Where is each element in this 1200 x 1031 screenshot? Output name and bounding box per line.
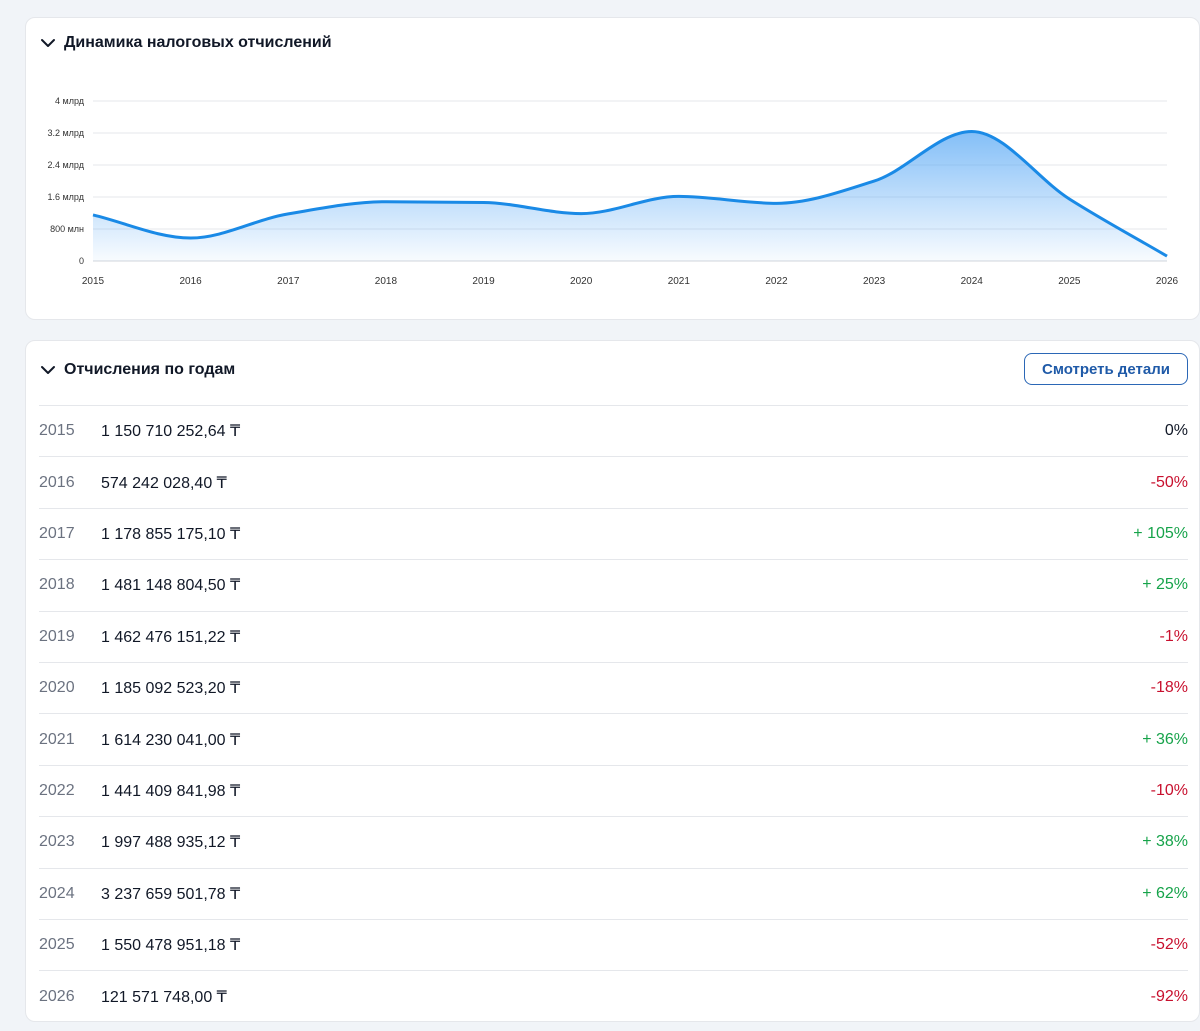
row-change: 0% — [1164, 422, 1188, 440]
table-card-header[interactable]: Отчисления по годам — [40, 344, 235, 396]
row-change: + 105% — [1133, 524, 1188, 542]
row-change: + 36% — [1142, 730, 1188, 748]
row-year: 2021 — [39, 730, 75, 748]
row-year: 2023 — [39, 833, 75, 851]
row-year: 2024 — [39, 884, 75, 902]
data-point[interactable] — [380, 196, 392, 208]
yearly-payments-list: 2015 1 150 710 252,64 ₸ 0% 2016 574 242 028… — [39, 405, 1188, 1023]
row-change: + 25% — [1142, 576, 1188, 594]
row-change: -10% — [1150, 781, 1188, 799]
table-row: 2018 1 481 148 804,50 ₸ + 25% — [39, 560, 1188, 612]
row-amount: 1 178 855 175,10 ₸ — [101, 525, 241, 543]
row-year: 2015 — [39, 422, 75, 440]
x-tick-label: 2015 — [82, 276, 105, 287]
row-year: 2025 — [39, 936, 75, 954]
row-year: 2022 — [39, 781, 75, 799]
row-amount: 1 462 476 151,22 ₸ — [101, 628, 241, 646]
table-title: Отчисления по годам — [64, 361, 236, 378]
table-row: 2026 121 571 748,00 ₸ -92% — [39, 971, 1188, 1022]
y-axis-labels: 0 800 млн 1.6 млрд 2.4 млрд 3.2 млрд 4 млрд — [47, 96, 84, 266]
row-amount: 1 997 488 935,12 ₸ — [101, 834, 241, 852]
table-row: 2017 1 178 855 175,10 ₸ + 105% — [39, 509, 1188, 561]
row-change: -92% — [1150, 987, 1188, 1005]
data-point[interactable] — [868, 175, 880, 187]
yearly-payments-card: Отчисления по годам Смотреть детали 2015… — [25, 340, 1200, 1022]
x-tick-label: 2017 — [277, 276, 300, 287]
table-row: 2016 574 242 028,40 ₸ -50% — [39, 457, 1188, 509]
row-change: -18% — [1150, 679, 1188, 697]
x-tick-label: 2021 — [668, 276, 691, 287]
data-point[interactable] — [185, 232, 197, 244]
data-point[interactable] — [1063, 193, 1075, 205]
row-amount: 1 150 710 252,64 ₸ — [101, 423, 241, 441]
data-point[interactable] — [575, 208, 587, 220]
x-tick-label: 2020 — [570, 276, 593, 287]
chevron-down-icon[interactable] — [40, 362, 56, 378]
y-tick-label: 3.2 млрд — [47, 128, 84, 138]
row-year: 2016 — [39, 473, 75, 491]
row-amount: 1 441 409 841,98 ₸ — [101, 782, 241, 800]
table-row: 2024 3 237 659 501,78 ₸ + 62% — [39, 869, 1188, 920]
data-point[interactable] — [966, 125, 978, 137]
x-tick-label: 2024 — [961, 276, 984, 287]
table-row: 2020 1 185 092 523,20 ₸ -18% — [39, 663, 1188, 715]
row-year: 2020 — [39, 679, 75, 697]
series-area — [93, 131, 1167, 261]
x-tick-label: 2019 — [472, 276, 495, 287]
row-amount: 1 550 478 951,18 ₸ — [101, 937, 241, 955]
table-row: 2022 1 441 409 841,98 ₸ -10% — [39, 766, 1188, 818]
row-change: -1% — [1159, 627, 1188, 645]
row-change: -52% — [1150, 936, 1188, 954]
tax-chart: 0 800 млн 1.6 млрд 2.4 млрд 3.2 млрд 4 млрд 2… — [47, 96, 1179, 287]
y-tick-label: 4 млрд — [55, 96, 85, 106]
x-tick-label: 2025 — [1058, 276, 1081, 287]
table-row: 2019 1 462 476 151,22 ₸ -1% — [39, 612, 1188, 663]
row-year: 2017 — [39, 524, 75, 542]
data-point[interactable] — [673, 190, 685, 202]
row-amount: 1 481 148 804,50 ₸ — [101, 577, 241, 595]
data-point[interactable] — [87, 209, 99, 221]
row-amount: 574 242 028,40 ₸ — [101, 474, 227, 492]
x-tick-label: 2022 — [765, 276, 788, 287]
x-tick-label: 2026 — [1156, 276, 1179, 287]
row-year: 2026 — [39, 987, 75, 1005]
x-tick-label: 2018 — [375, 276, 398, 287]
row-amount: 1 185 092 523,20 ₸ — [101, 680, 241, 698]
tax-dynamics-card: Динамика налоговых отчислений 0 800 млн 1.… — [25, 17, 1200, 320]
table-row: 2025 1 550 478 951,18 ₸ -52% — [39, 920, 1188, 972]
data-point[interactable] — [770, 197, 782, 209]
data-point[interactable] — [282, 208, 294, 220]
table-row: 2015 1 150 710 252,64 ₸ 0% — [39, 406, 1188, 458]
table-row: 2023 1 997 488 935,12 ₸ + 38% — [39, 817, 1188, 869]
row-year: 2018 — [39, 576, 75, 594]
row-change: -50% — [1150, 473, 1188, 491]
y-tick-label: 2.4 млрд — [47, 160, 84, 170]
row-amount: 121 571 748,00 ₸ — [101, 988, 227, 1006]
row-amount: 3 237 659 501,78 ₸ — [101, 885, 241, 903]
view-details-button[interactable]: Смотреть детали — [1024, 353, 1188, 385]
row-change: + 38% — [1142, 833, 1188, 851]
data-point[interactable] — [1161, 250, 1173, 262]
y-tick-label: 1.6 млрд — [47, 192, 84, 202]
row-year: 2019 — [39, 627, 75, 645]
data-point[interactable] — [478, 197, 490, 209]
table-row: 2021 1 614 230 041,00 ₸ + 36% — [39, 714, 1188, 766]
row-change: + 62% — [1142, 884, 1188, 902]
y-tick-label: 800 млн — [50, 224, 84, 234]
row-amount: 1 614 230 041,00 ₸ — [101, 731, 241, 749]
x-tick-label: 2023 — [863, 276, 886, 287]
x-axis-labels: 2015 2016 2017 2018 2019 2020 2021 2022 2023 2024… — [82, 276, 1179, 287]
x-tick-label: 2016 — [180, 276, 203, 287]
y-tick-label: 0 — [79, 256, 84, 266]
